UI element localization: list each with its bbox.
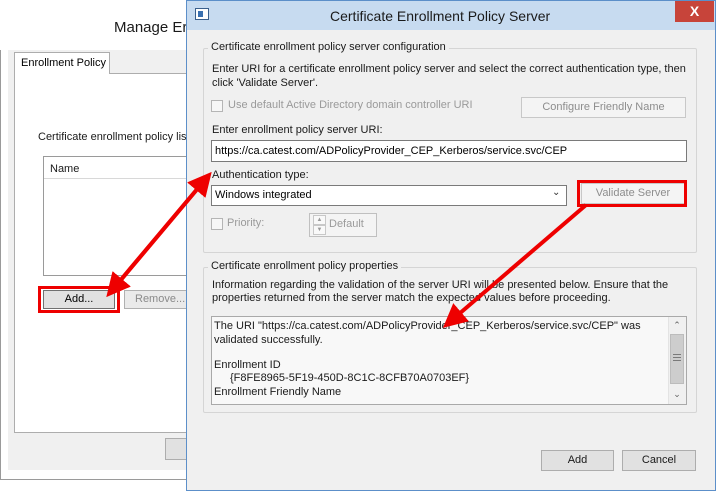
manage-enrollment-title: Manage Er <box>114 19 188 36</box>
scrollbar-grip-icon <box>673 354 681 361</box>
close-button[interactable]: X <box>675 1 714 22</box>
config-intro-line2: click 'Validate Server'. <box>212 77 319 89</box>
policy-list-column-name[interactable]: Name <box>50 163 79 175</box>
spin-down-icon[interactable]: ▼ <box>313 225 326 235</box>
auth-type-label: Authentication type: <box>212 169 309 181</box>
add-button-highlight <box>38 286 120 313</box>
auth-type-select[interactable]: Windows integrated <box>211 185 567 206</box>
scroll-down-icon[interactable]: ⌄ <box>668 387 686 401</box>
priority-label: Priority: <box>227 217 265 229</box>
priority-value: Default <box>329 218 364 230</box>
chevron-down-icon[interactable]: ⌄ <box>552 187 560 198</box>
configure-friendly-name-button[interactable]: Configure Friendly Name <box>521 97 686 118</box>
properties-group-title: Certificate enrollment policy properties <box>208 260 402 272</box>
config-group-title: Certificate enrollment policy server con… <box>208 41 449 53</box>
validate-button-highlight <box>577 180 687 207</box>
window-title: Certificate Enrollment Policy Server <box>330 8 551 24</box>
result-line: Enrollment Friendly Name <box>214 386 342 398</box>
result-line: The URI "https://ca.catest.com/ADPolicyP… <box>214 320 641 332</box>
policy-list-header-divider <box>44 178 200 179</box>
cancel-button[interactable]: Cancel <box>622 450 696 471</box>
result-line: Enrollment ID <box>214 359 281 371</box>
result-line: {F8FE8965-5F19-450D-8C1C-8CFB70A0703EF} <box>230 372 470 384</box>
use-default-uri-label: Use default Active Directory domain cont… <box>228 99 473 111</box>
tab-enrollment-policy[interactable]: Enrollment Policy <box>14 52 110 74</box>
priority-checkbox[interactable] <box>211 218 223 230</box>
add-button[interactable]: Add <box>541 450 614 471</box>
properties-info-line2: properties returned from the server matc… <box>212 292 611 304</box>
result-line: validated successfully. <box>214 334 323 346</box>
scroll-up-icon[interactable]: ⌃ <box>668 318 686 332</box>
config-intro-line1: Enter URI for a certificate enrollment p… <box>212 63 686 75</box>
uri-label: Enter enrollment policy server URI: <box>212 124 383 136</box>
spin-up-icon[interactable]: ▲ <box>313 215 326 225</box>
uri-input[interactable]: https://ca.catest.com/ADPolicyProvider_C… <box>211 140 687 162</box>
properties-info-line1: Information regarding the validation of … <box>212 279 669 291</box>
policy-list-label: Certificate enrollment policy list <box>38 131 190 143</box>
use-default-uri-checkbox[interactable] <box>211 100 223 112</box>
window-app-icon <box>195 8 209 20</box>
